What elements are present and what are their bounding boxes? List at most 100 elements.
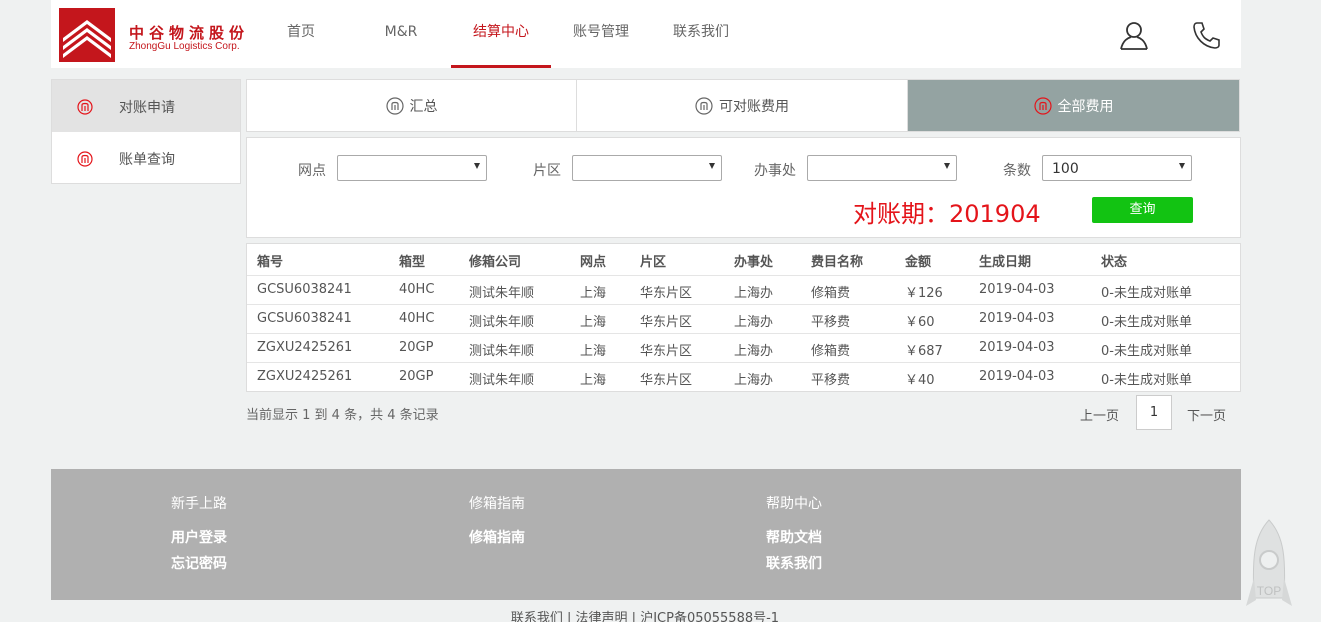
query-button[interactable]: 查询 [1092, 197, 1193, 223]
fees-table: 箱号 箱型 修箱公司 网点 片区 办事处 费目名称 金额 生成日期 状态 GCSU6038241 4… [246, 243, 1241, 392]
footer-link-contact-us[interactable]: 联系我们 [766, 553, 822, 573]
phone-icon[interactable] [1189, 18, 1223, 52]
footer: 新手上路 用户登录 忘记密码 修箱指南 修箱指南 帮助中心 帮助文档 联系我们 [51, 469, 1241, 600]
chevron-down-icon [709, 163, 715, 169]
table-cell: 上海办 [734, 344, 774, 359]
sidebar-item-bill-query[interactable]: 账单查询 [52, 132, 240, 184]
page-number-button[interactable]: 1 [1136, 395, 1172, 430]
table-cell: 修箱费 [811, 344, 851, 359]
table-cell: 2019-04-03 [979, 369, 1055, 384]
footer-link-help-docs[interactable]: 帮助文档 [766, 527, 822, 547]
table-cell: 测试朱年顺 [469, 286, 535, 301]
tab-summary[interactable]: 汇总 [247, 80, 577, 131]
count-select[interactable]: 100 [1042, 155, 1192, 181]
table-cell: 40HC [399, 311, 435, 326]
table-cell: 平移费 [811, 373, 851, 388]
nav-home[interactable]: 首页 [266, 0, 336, 68]
table-cell: ￥126 [905, 286, 943, 301]
records-summary: 当前显示 1 到 4 条，共 4 条记录 [246, 408, 439, 423]
table-cell: 测试朱年顺 [469, 344, 535, 359]
table-cell: GCSU6038241 [257, 282, 352, 297]
table-cell: 华东片区 [640, 344, 693, 359]
table-cell: ZGXU2425261 [257, 369, 353, 384]
column-header: 金额 [905, 255, 932, 270]
table-cell: 修箱费 [811, 286, 851, 301]
table-cell: 0-未生成对账单 [1101, 373, 1192, 388]
footer-title-repair-guide: 修箱指南 [469, 496, 525, 512]
office-select[interactable] [807, 155, 957, 181]
table-cell: 上海办 [734, 286, 774, 301]
site-select[interactable] [337, 155, 487, 181]
sidebar-item-label: 账单查询 [119, 152, 175, 168]
table-cell: 0-未生成对账单 [1101, 344, 1192, 359]
table-cell: 华东片区 [640, 373, 693, 388]
top-header: 中谷物流股份 ZhongGu Logistics Corp. 首页 M&R 结算… [51, 0, 1241, 68]
table-cell: ￥60 [905, 315, 935, 330]
chevron-down-icon [944, 163, 950, 169]
table-cell: 0-未生成对账单 [1101, 286, 1192, 301]
office-label: 办事处 [754, 163, 796, 179]
chevron-down-icon [474, 163, 480, 169]
chevron-down-icon [1179, 163, 1185, 169]
nav-contact-us[interactable]: 联系我们 [666, 0, 736, 68]
filter-panel: 网点 片区 办事处 条数 100 对账期：201904 查询 [246, 137, 1241, 238]
bill-icon [77, 151, 93, 167]
column-header: 箱型 [399, 255, 426, 270]
nav-settlement-center[interactable]: 结算中心 [451, 0, 551, 68]
prev-page-button[interactable]: 上一页 [1080, 405, 1119, 424]
site-label: 网点 [298, 163, 326, 179]
area-label: 片区 [533, 163, 561, 179]
reconcile-icon [77, 99, 93, 115]
footer-link-repair-guide[interactable]: 修箱指南 [469, 527, 525, 547]
column-header: 状态 [1101, 255, 1128, 270]
table-row[interactable]: ZGXU2425261 20GP 测试朱年顺 上海 华东片区 上海办 修箱费 ￥687 2019… [247, 333, 1240, 362]
back-to-top-button[interactable]: TOP [1244, 518, 1294, 618]
logo-mark-icon [59, 8, 115, 62]
column-header: 办事处 [734, 255, 774, 270]
tab-reconcilable-fees[interactable]: 可对账费用 [577, 80, 908, 131]
table-row[interactable]: GCSU6038241 40HC 测试朱年顺 上海 华东片区 上海办 修箱费 ￥126 2019… [247, 275, 1240, 304]
table-cell: 0-未生成对账单 [1101, 315, 1192, 330]
table-cell: 华东片区 [640, 286, 693, 301]
table-header: 箱号 箱型 修箱公司 网点 片区 办事处 费目名称 金额 生成日期 状态 [247, 244, 1240, 275]
table-cell: 测试朱年顺 [469, 315, 535, 330]
nav-account-management[interactable]: 账号管理 [566, 0, 636, 68]
column-header: 箱号 [257, 255, 284, 270]
footer-link-forgot-password[interactable]: 忘记密码 [171, 553, 227, 573]
column-header: 片区 [640, 255, 667, 270]
next-page-button[interactable]: 下一页 [1187, 405, 1226, 424]
column-header: 修箱公司 [469, 255, 522, 270]
table-row[interactable]: GCSU6038241 40HC 测试朱年顺 上海 华东片区 上海办 平移费 ￥60 2019-… [247, 304, 1240, 333]
tab-all-fees[interactable]: 全部费用 [908, 80, 1239, 131]
table-cell: 20GP [399, 340, 434, 355]
table-cell: 上海 [580, 315, 607, 330]
area-select[interactable] [572, 155, 722, 181]
table-cell: 华东片区 [640, 315, 693, 330]
table-cell: 上海办 [734, 315, 774, 330]
sidebar: 对账申请 账单查询 [51, 79, 241, 184]
count-select-value: 100 [1052, 161, 1079, 177]
column-header: 费目名称 [811, 255, 864, 270]
table-row[interactable]: ZGXU2425261 20GP 测试朱年顺 上海 华东片区 上海办 平移费 ￥40 2019-… [247, 362, 1240, 391]
logo-en-text: ZhongGu Logistics Corp. [129, 41, 240, 52]
tab-all-fees-label: 全部费用 [1057, 99, 1114, 115]
table-cell: 2019-04-03 [979, 311, 1055, 326]
table-cell: ZGXU2425261 [257, 340, 353, 355]
logo-cn-text: 中谷物流股份 [129, 24, 250, 42]
table-cell: 20GP [399, 369, 434, 384]
fee-tabs: 汇总 可对账费用 全部费用 [246, 79, 1240, 132]
nav-mr[interactable]: M&R [366, 0, 436, 68]
sidebar-item-reconciliation-apply[interactable]: 对账申请 [52, 80, 240, 132]
footer-link-user-login[interactable]: 用户登录 [171, 527, 227, 547]
top-label: TOP [1257, 584, 1281, 598]
table-cell: ￥687 [905, 344, 943, 359]
count-label: 条数 [1003, 163, 1031, 179]
user-icon[interactable] [1117, 18, 1151, 52]
tab-summary-label: 汇总 [409, 99, 438, 115]
table-cell: 上海 [580, 286, 607, 301]
table-cell: ￥40 [905, 373, 935, 388]
sidebar-item-label: 对账申请 [119, 100, 175, 116]
company-logo[interactable]: 中谷物流股份 ZhongGu Logistics Corp. [59, 8, 249, 62]
column-header: 网点 [580, 255, 607, 270]
table-cell: 平移费 [811, 315, 851, 330]
